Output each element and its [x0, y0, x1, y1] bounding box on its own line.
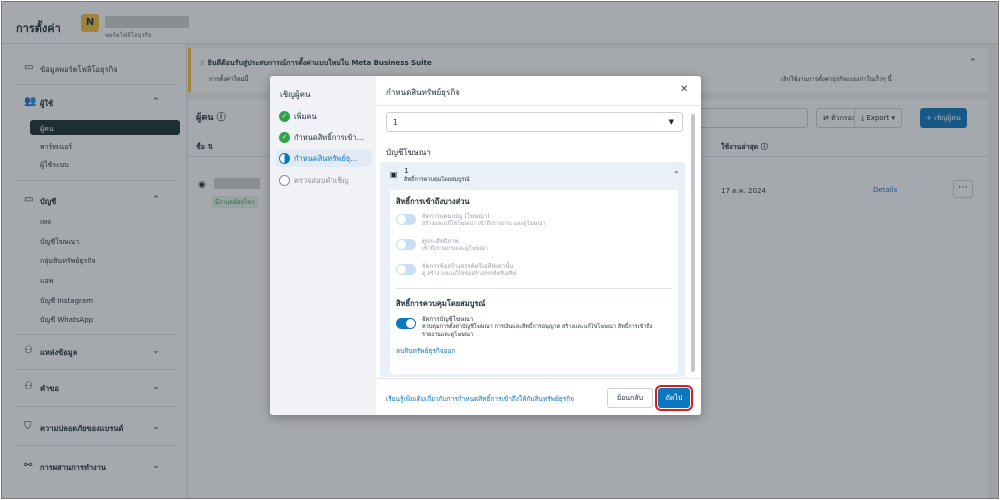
check-circle-icon: ✓ [279, 132, 290, 143]
perm-desc: สร้างและแก้ไขโฆษณา เข้าถึงรายงาน และดูโฆ… [422, 221, 546, 227]
toggle-manage-campaigns[interactable] [396, 214, 416, 225]
ad-account-number: 1 [404, 167, 409, 175]
ad-account-panel: ▣ 1 สิทธิ์การควบคุมโดยสมบูรณ์ ⌃ สิทธิ์กา… [380, 162, 685, 377]
wizard-steps-panel: เชิญผู้คน ✓ เพิ่มคน ✓ กำหนดสิทธิ์การเข้า… [270, 76, 376, 415]
step-label: ตรวจสอบคำเชิญ [294, 176, 349, 185]
full-control-heading: สิทธิ์การควบคุมโดยสมบูรณ์ [396, 299, 486, 308]
back-button[interactable]: ย้อนกลับ [607, 388, 653, 408]
dialog-title: กำหนดสินทรัพย์ธุรกิจ [386, 88, 460, 97]
ad-account-icon: ▣ [390, 170, 398, 179]
toggle-manage-creative[interactable] [396, 264, 416, 275]
close-icon[interactable]: ✕ [680, 84, 688, 95]
permissions-list: สิทธิ์การเข้าถึงบางส่วน จัดการแคมเปญ (โฆ… [390, 190, 678, 374]
toggle-knob [406, 319, 415, 328]
invite-people-dialog: เชิญผู้คน ✓ เพิ่มคน ✓ กำหนดสิทธิ์การเข้า… [270, 76, 701, 415]
toggle-knob [397, 240, 406, 249]
screen-frame: การตั้งค่า N พอร์ตโฟลิโอธุรกิจ ▭ ข้อมูลพ… [1, 1, 999, 499]
ad-accounts-heading: บัญชีโฆษณา [386, 148, 431, 157]
toggle-manage-ad-account[interactable] [396, 318, 416, 329]
step-label: เพิ่มคน [294, 112, 317, 121]
toggle-view-performance[interactable] [396, 239, 416, 250]
check-circle-icon: ✓ [279, 111, 290, 122]
perm-desc: ดู สร้าง และแก้ไขข้อสร้างสรรค์ครีเอทีฟ [422, 271, 516, 277]
scrollbar-thumb[interactable] [691, 114, 695, 372]
remove-asset-link[interactable]: ลบสินทรัพย์ธุรกิจออก [396, 346, 455, 356]
step-label: กำหนดสินทรัพย์ธุ... [294, 154, 358, 163]
asset-select-value: 1 [393, 118, 398, 127]
assign-assets-panel: กำหนดสินทรัพย์ธุรกิจ ✕ 1 ▼ บัญชีโฆษณา ▣ … [376, 76, 701, 415]
empty-circle-icon [279, 175, 290, 186]
asset-select[interactable]: 1 ▼ [386, 112, 683, 132]
permissions-divider [396, 288, 672, 289]
step-assign-access[interactable]: ✓ กำหนดสิทธิ์การเข้า... [276, 129, 372, 146]
perm-desc: รายงานและดูโฆษณา [422, 332, 474, 338]
chevron-up-icon[interactable]: ⌃ [673, 170, 680, 179]
next-button[interactable]: ถัดไป [655, 385, 693, 411]
step-assign-assets[interactable]: กำหนดสินทรัพย์ธุ... [276, 150, 372, 167]
perm-desc: ควบคุมการตั้งค่าบัญชีโฆษณา การเงินและสิท… [422, 324, 653, 330]
partial-access-heading: สิทธิ์การเข้าถึงบางส่วน [396, 197, 470, 206]
step-label: กำหนดสิทธิ์การเข้า... [294, 133, 364, 142]
ad-account-permission-summary: สิทธิ์การควบคุมโดยสมบูรณ์ [404, 177, 470, 183]
wizard-title: เชิญผู้คน [280, 90, 311, 99]
perm-desc: เข้าถึงรายงานและดูโฆษณา [422, 246, 488, 252]
learn-more-link[interactable]: เรียนรู้เพิ่มเติมเกี่ยวกับการกำหนดสิทธิ์… [386, 394, 574, 404]
dialog-footer: เรียนรู้เพิ่มเติมเกี่ยวกับการกำหนดสิทธิ์… [376, 378, 701, 415]
caret-down-icon: ▼ [668, 118, 674, 126]
toggle-knob [397, 265, 406, 274]
dialog-header: กำหนดสินทรัพย์ธุรกิจ ✕ [376, 76, 701, 106]
half-circle-progress-icon [279, 153, 290, 164]
step-add-people[interactable]: ✓ เพิ่มคน [276, 108, 372, 125]
toggle-knob [397, 215, 406, 224]
step-review-invite[interactable]: ตรวจสอบคำเชิญ [276, 172, 372, 189]
